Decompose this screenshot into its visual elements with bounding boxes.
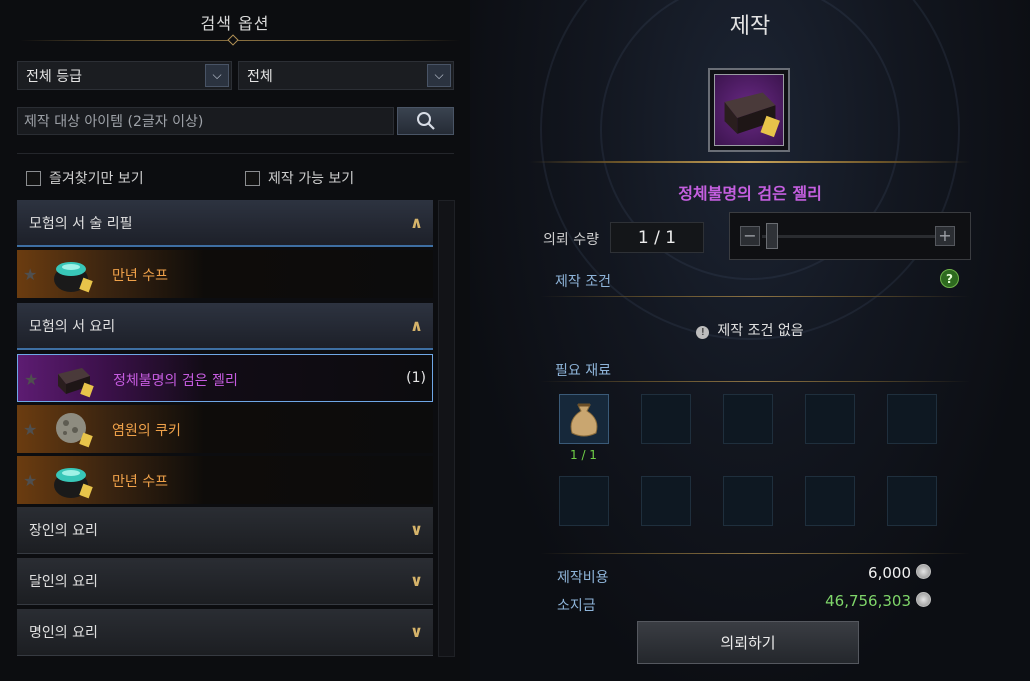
cost-value: 6,000 bbox=[868, 564, 911, 582]
soup-pot-icon bbox=[54, 262, 93, 293]
list-item[interactable]: ★ 만년 수프 bbox=[17, 456, 433, 504]
decrease-button[interactable]: − bbox=[740, 226, 760, 246]
silver-coin-icon bbox=[916, 592, 931, 607]
cookie-icon bbox=[56, 413, 93, 448]
category-expert-cooking[interactable]: 달인의 요리 ∨ bbox=[17, 558, 433, 605]
grade-select-value: 전체 등급 bbox=[26, 68, 82, 85]
category-artisan-cooking[interactable]: 장인의 요리 ∨ bbox=[17, 507, 433, 554]
chevron-down-icon: ∨ bbox=[410, 571, 423, 590]
material-slot-empty bbox=[641, 394, 691, 444]
chevron-down-icon[interactable]: ⌵ bbox=[205, 64, 229, 87]
chevron-up-icon: ∧ bbox=[410, 316, 423, 335]
search-input[interactable]: 제작 대상 아이템 (2글자 이상) bbox=[17, 107, 394, 135]
divider bbox=[17, 153, 454, 154]
black-jelly-icon bbox=[58, 368, 94, 398]
chevron-down-icon: ∨ bbox=[410, 520, 423, 539]
material-slot-empty bbox=[805, 476, 855, 526]
search-options-title: 검색 옵션 bbox=[200, 14, 270, 33]
favorites-checkbox-label: 즐겨찾기만 보기 bbox=[49, 171, 144, 187]
item-name: 염원의 쿠키 bbox=[112, 423, 181, 439]
search-placeholder: 제작 대상 아이템 (2글자 이상) bbox=[24, 114, 204, 130]
info-icon: ! bbox=[696, 326, 710, 339]
gold-value: 46,756,303 bbox=[825, 592, 911, 610]
material-slot-empty bbox=[887, 394, 937, 444]
no-conditions-notice: ! 제작 조건 없음 bbox=[470, 320, 1030, 340]
material-slot-empty bbox=[805, 394, 855, 444]
selected-item-icon-bg bbox=[714, 74, 784, 146]
gold-label: 소지금 bbox=[557, 598, 596, 614]
divider bbox=[540, 553, 970, 554]
type-select[interactable]: 전체 ⌵ bbox=[238, 61, 454, 90]
gold-divider bbox=[530, 161, 970, 163]
materials-header: 필요 재료 bbox=[555, 363, 611, 379]
search-button[interactable] bbox=[397, 107, 454, 135]
craftable-only-toggle[interactable]: 제작 가능 보기 bbox=[245, 168, 354, 188]
category-label: 모험의 서 요리 bbox=[29, 318, 116, 335]
craftable-checkbox-label: 제작 가능 보기 bbox=[268, 171, 355, 187]
search-icon bbox=[416, 112, 435, 130]
selected-item-name: 정체불명의 검은 젤리 bbox=[678, 184, 822, 203]
list-item[interactable]: ★ 염원의 쿠키 bbox=[17, 405, 433, 453]
cost-label: 제작비용 bbox=[557, 570, 609, 586]
category-adventure-drink-refill[interactable]: 모험의 서 술 리필 ∧ bbox=[17, 200, 433, 247]
conditions-header: 제작 조건 bbox=[555, 274, 611, 290]
star-icon[interactable]: ★ bbox=[23, 471, 37, 490]
crafting-title: 제작 bbox=[729, 14, 771, 39]
star-icon[interactable]: ★ bbox=[23, 265, 37, 284]
favorites-checkbox[interactable] bbox=[26, 170, 41, 186]
material-slot-empty bbox=[723, 394, 773, 444]
chevron-down-icon: ∨ bbox=[410, 622, 423, 641]
chevron-up-icon: ∧ bbox=[410, 213, 423, 232]
sack-icon bbox=[570, 403, 598, 437]
request-craft-button[interactable]: 의뢰하기 bbox=[637, 621, 859, 664]
chevron-down-icon[interactable]: ⌵ bbox=[427, 64, 451, 87]
slider-track[interactable] bbox=[762, 235, 936, 238]
selected-item-slot bbox=[708, 68, 790, 152]
help-icon[interactable]: ? bbox=[940, 269, 959, 288]
quantity-input[interactable]: 1 / 1 bbox=[610, 222, 704, 253]
quantity-value: 1 / 1 bbox=[637, 227, 677, 248]
quantity-slider[interactable]: − + bbox=[729, 212, 971, 260]
silver-coin-icon bbox=[916, 564, 931, 579]
item-name: 정체불명의 검은 젤리 bbox=[113, 373, 238, 389]
star-icon[interactable]: ★ bbox=[24, 370, 38, 389]
star-icon[interactable]: ★ bbox=[23, 420, 37, 439]
category-label: 모험의 서 술 리필 bbox=[29, 215, 133, 232]
favorites-only-toggle[interactable]: 즐겨찾기만 보기 bbox=[26, 168, 144, 188]
material-slot-empty bbox=[641, 476, 691, 526]
grade-select[interactable]: 전체 등급 ⌵ bbox=[17, 61, 232, 90]
divider bbox=[540, 296, 970, 297]
material-slot-empty bbox=[559, 476, 609, 526]
material-count: 1 / 1 bbox=[570, 448, 597, 462]
category-label: 명인의 요리 bbox=[29, 625, 98, 641]
category-master-cooking[interactable]: 명인의 요리 ∨ bbox=[17, 609, 433, 656]
crafting-panel: 제작 정체불명의 검은 젤리 의뢰 수량 1 / 1 − + 제작 조건 ? !… bbox=[470, 0, 1030, 681]
increase-button[interactable]: + bbox=[935, 226, 955, 246]
item-count: (1) bbox=[406, 370, 426, 386]
black-jelly-icon bbox=[724, 92, 780, 138]
category-adventure-cooking[interactable]: 모험의 서 요리 ∧ bbox=[17, 303, 433, 350]
list-scrollbar[interactable] bbox=[438, 200, 455, 657]
list-item[interactable]: ★ 만년 수프 bbox=[17, 250, 433, 298]
category-label: 달인의 요리 bbox=[29, 574, 98, 590]
quantity-label: 의뢰 수량 bbox=[543, 232, 599, 248]
item-name: 만년 수프 bbox=[112, 268, 168, 284]
material-slot-filled[interactable] bbox=[559, 394, 609, 444]
category-label: 장인의 요리 bbox=[29, 523, 98, 539]
material-slot-empty bbox=[723, 476, 773, 526]
material-slot-empty bbox=[887, 476, 937, 526]
list-item-selected[interactable]: ★ 정체불명의 검은 젤리 (1) bbox=[17, 354, 433, 402]
item-name: 만년 수프 bbox=[112, 474, 168, 490]
no-conditions-text: 제작 조건 없음 bbox=[717, 323, 804, 339]
craftable-checkbox[interactable] bbox=[245, 170, 260, 186]
title-ornament bbox=[227, 34, 239, 46]
soup-pot-icon bbox=[54, 468, 93, 499]
type-select-value: 전체 bbox=[247, 68, 273, 85]
title-divider bbox=[20, 40, 460, 41]
search-options-panel: 검색 옵션 전체 등급 ⌵ 전체 ⌵ 제작 대상 아이템 (2글자 이상) 즐겨… bbox=[0, 0, 470, 681]
slider-handle[interactable] bbox=[766, 223, 778, 249]
divider bbox=[540, 381, 970, 382]
